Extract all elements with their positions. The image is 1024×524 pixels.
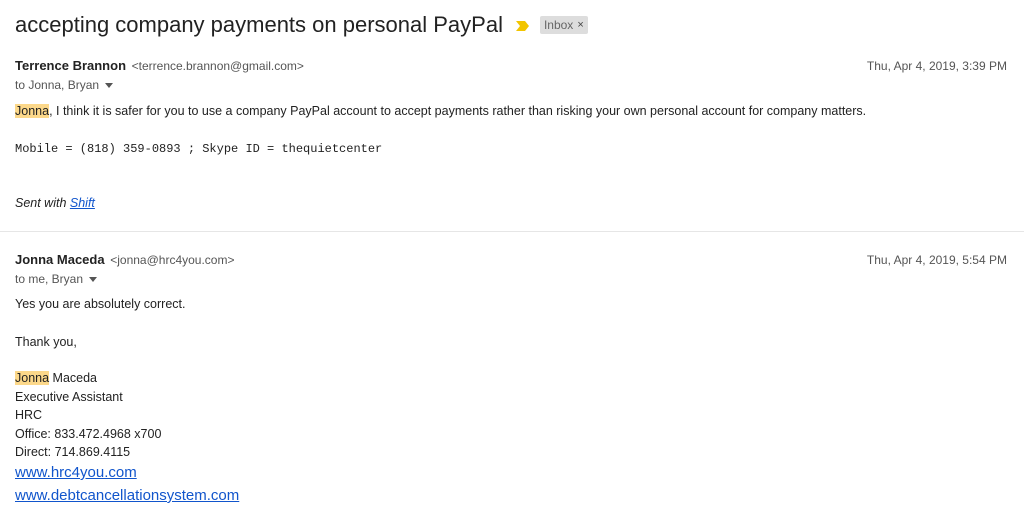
message-sender[interactable]: Jonna Maceda <jonna@hrc4you.com> [15,252,234,267]
sent-with-prefix: Sent with [15,196,70,210]
contact-line: Mobile = (818) 359-0893 ; Skype ID = the… [15,142,383,156]
sender-name[interactable]: Jonna Maceda [15,252,105,267]
recipients-text: to Jonna, Bryan [15,78,100,92]
signature-office-phone: Office: 833.472.4968 x700 [15,427,162,441]
highlighted-name: Jonna [15,371,50,385]
reply-line: Yes you are absolutely correct. [15,297,186,311]
inbox-label-chip[interactable]: Inbox × [539,16,588,34]
remove-label-icon[interactable]: × [577,19,583,31]
recipients-toggle[interactable]: to me, Bryan [15,272,98,286]
thread-header: accepting company payments on personal P… [15,10,588,40]
sender-email: <terrence.brannon@gmail.com> [131,59,304,73]
closing-line: Thank you, [15,335,77,349]
message-body-paragraph: Jonna, I think it is safer for you to us… [15,104,866,118]
signature-name: Jonna Maceda [15,371,97,385]
sender-name[interactable]: Terrence Brannon [15,58,126,73]
message-body-text: , I think it is safer for you to use a c… [49,104,867,118]
debtcancellation-link[interactable]: www.debtcancellationsystem.com [15,487,239,504]
show-details-chevron-down-icon[interactable] [89,276,98,282]
message-date: Thu, Apr 4, 2019, 3:39 PM [866,59,1007,73]
importance-marker-icon[interactable] [515,19,530,31]
sender-email: <jonna@hrc4you.com> [110,253,235,267]
message-divider [0,231,1024,232]
recipients-toggle[interactable]: to Jonna, Bryan [15,78,114,92]
shift-link[interactable]: Shift [70,196,95,210]
hrc4you-link[interactable]: www.hrc4you.com [15,464,137,481]
signature-direct-phone: Direct: 714.869.4115 [15,445,131,459]
signature-link-debt: www.debtcancellationsystem.com [15,487,239,504]
thread-subject: accepting company payments on personal P… [15,12,503,37]
message-sender[interactable]: Terrence Brannon <terrence.brannon@gmail… [15,58,304,73]
message-2: Jonna Maceda <jonna@hrc4you.com> Thu, Ap… [0,246,1024,524]
signature-link-hrc: www.hrc4you.com [15,464,137,481]
recipients-text: to me, Bryan [15,272,84,286]
message-date: Thu, Apr 4, 2019, 5:54 PM [866,253,1007,267]
signature-title: Executive Assistant [15,390,123,404]
signature-company: HRC [15,408,43,422]
highlighted-name: Jonna [15,104,50,118]
message-1: Terrence Brannon <terrence.brannon@gmail… [0,52,1024,230]
signature-surname: Maceda [49,371,98,385]
show-details-chevron-down-icon[interactable] [105,82,114,88]
sent-with-line: Sent with Shift [15,196,95,210]
inbox-label-text: Inbox [543,18,574,32]
